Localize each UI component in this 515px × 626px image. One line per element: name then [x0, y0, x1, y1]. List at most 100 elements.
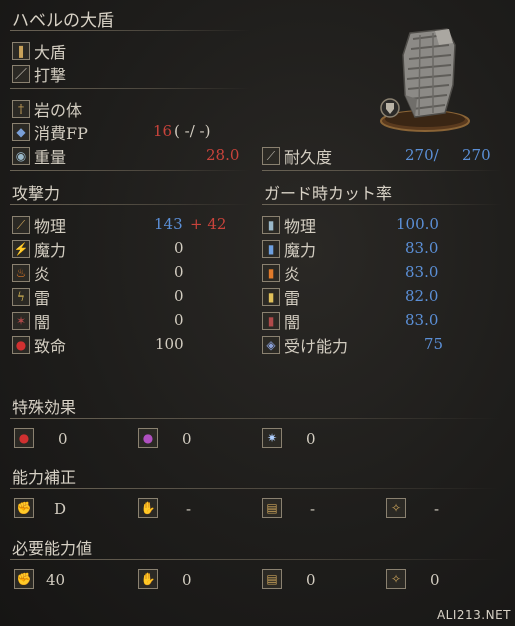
stability-icon: ◈	[262, 336, 280, 354]
fire-guard-icon: ▮	[262, 264, 280, 282]
attack-label: 魔力	[34, 241, 67, 260]
attack-value-physical: 143	[154, 215, 183, 233]
scaling-value-intelligence: -	[310, 500, 316, 518]
attack-value-fire: 0	[174, 263, 184, 281]
guard-label: 炎	[284, 265, 301, 284]
weapon-type-row: ❚ 大盾	[12, 40, 66, 62]
item-title: ハベルの大盾	[12, 11, 114, 31]
durability-current: 270/	[405, 146, 439, 164]
physical-icon: ⟋	[12, 216, 30, 234]
divider	[262, 170, 502, 171]
skill-label: 岩の体	[34, 101, 83, 120]
weight-label: 重量	[34, 148, 67, 167]
critical-icon: ●	[12, 336, 30, 354]
attack-row-critical: ● 致命	[12, 334, 66, 356]
attack-label: 闇	[34, 313, 51, 332]
guard-value-lightning: 82.0	[405, 287, 439, 305]
weight-row: ◉ 重量	[12, 145, 66, 167]
guard-row-lightning: ▮ 雷	[262, 286, 300, 308]
requirement-value-dexterity: 0	[182, 571, 192, 589]
divider	[10, 488, 500, 489]
requirement-value-intelligence: 0	[306, 571, 316, 589]
attack-value-critical: 100	[155, 335, 184, 353]
magic-guard-icon: ▮	[262, 240, 280, 258]
fp-cost: 16	[153, 122, 173, 140]
weight-value: 28.0	[206, 146, 240, 164]
attack-label: 物理	[34, 217, 67, 236]
fire-icon: ♨	[12, 264, 30, 282]
attack-type-icon: ／	[12, 65, 30, 83]
faith-icon: ✧	[386, 498, 406, 518]
divider	[10, 204, 250, 205]
strength-req-icon: ✊	[14, 569, 34, 589]
bleed-icon: ●	[14, 428, 34, 448]
guard-row-magic: ▮ 魔力	[262, 238, 316, 260]
intelligence-req-icon: ▤	[262, 569, 282, 589]
fp-label: 消費FP	[34, 124, 88, 143]
fp-extra: ( -/ -)	[174, 122, 211, 140]
durability-label: 耐久度	[284, 148, 333, 167]
magic-icon: ⚡	[12, 240, 30, 258]
attack-row-fire: ♨ 炎	[12, 262, 50, 284]
scaling-value-strength: D	[54, 500, 67, 518]
guard-label: 受け能力	[284, 337, 349, 356]
attack-row-lightning: ϟ 雷	[12, 286, 50, 308]
durability-icon: ⟋	[262, 147, 280, 165]
watermark: ALI213.NET	[436, 608, 511, 622]
dark-guard-icon: ▮	[262, 312, 280, 330]
requirement-value-strength: 40	[46, 571, 66, 589]
dexterity-icon: ✋	[138, 498, 158, 518]
attack-label: 炎	[34, 265, 51, 284]
divider	[10, 88, 250, 89]
guard-heading: ガード時カット率	[264, 184, 393, 203]
fp-icon: ◆	[12, 123, 30, 141]
poison-icon: ●	[138, 428, 158, 448]
divider	[10, 559, 500, 560]
dexterity-req-icon: ✋	[138, 569, 158, 589]
durability-row: ⟋ 耐久度	[262, 145, 332, 167]
skill-row: † 岩の体	[12, 98, 82, 120]
weapon-type-icon: ❚	[12, 42, 30, 60]
attack-value-magic: 0	[174, 239, 184, 257]
attack-row-dark: ✶ 闇	[12, 310, 50, 332]
guard-row-stability: ◈ 受け能力	[262, 334, 348, 356]
divider	[262, 204, 502, 205]
attack-label: 致命	[34, 337, 67, 356]
scaling-value-faith: -	[434, 500, 440, 518]
guard-label: 魔力	[284, 241, 317, 260]
requirement-value-faith: 0	[430, 571, 440, 589]
attack-type-row: ／ 打撃	[12, 63, 66, 85]
lightning-icon: ϟ	[12, 288, 30, 306]
guard-row-physical: ▮ 物理	[262, 214, 316, 236]
guard-row-dark: ▮ 闇	[262, 310, 300, 332]
attack-row-physical: ⟋ 物理	[12, 214, 66, 236]
shield-image	[380, 28, 470, 132]
requirements-heading: 必要能力値	[12, 539, 93, 558]
special-value-frost: 0	[306, 430, 316, 448]
attack-heading: 攻撃力	[12, 184, 61, 203]
scaling-heading: 能力補正	[12, 468, 77, 487]
attack-row-magic: ⚡ 魔力	[12, 238, 66, 260]
special-heading: 特殊効果	[12, 398, 77, 417]
attack-label: 雷	[34, 289, 51, 308]
divider	[10, 418, 500, 419]
attack-value-dark: 0	[174, 311, 184, 329]
durability-max: 270	[462, 146, 491, 164]
divider	[10, 170, 250, 171]
weapon-type-label: 大盾	[34, 43, 67, 62]
intelligence-icon: ▤	[262, 498, 282, 518]
weight-icon: ◉	[12, 147, 30, 165]
frost-icon: ✷	[262, 428, 282, 448]
guard-row-fire: ▮ 炎	[262, 262, 300, 284]
skill-icon: †	[12, 100, 30, 118]
guard-value-magic: 83.0	[405, 239, 439, 257]
guard-value-dark: 83.0	[405, 311, 439, 329]
physical-guard-icon: ▮	[262, 216, 280, 234]
special-value-poison: 0	[182, 430, 192, 448]
scaling-value-dexterity: -	[186, 500, 192, 518]
guard-label: 物理	[284, 217, 317, 236]
attack-bonus-physical: + 42	[190, 215, 227, 233]
guard-label: 雷	[284, 289, 301, 308]
guard-value-physical: 100.0	[396, 215, 439, 233]
guard-value-stability: 75	[424, 335, 444, 353]
